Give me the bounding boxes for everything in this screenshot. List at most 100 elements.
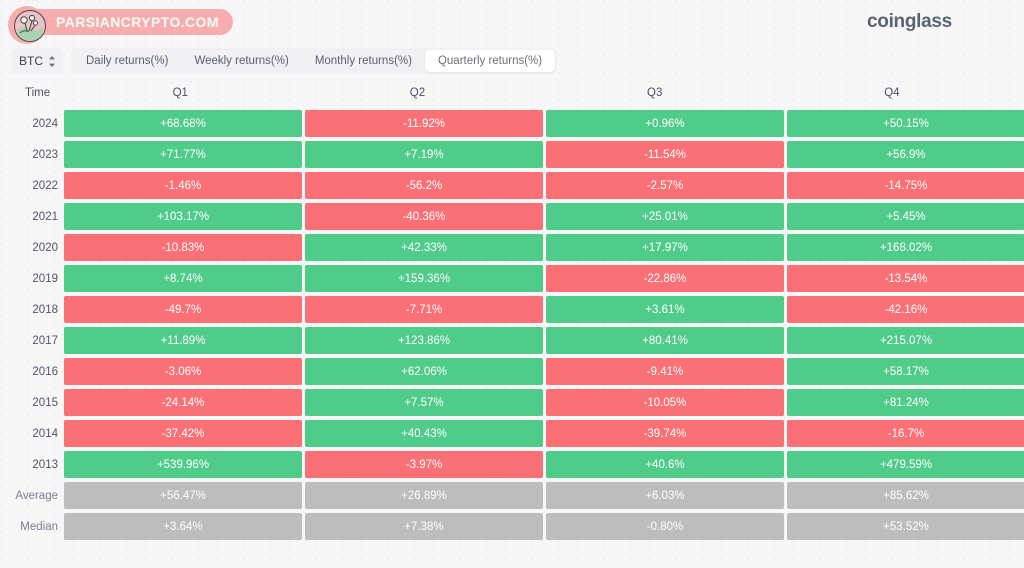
cell-2014-q2[interactable]: +40.43% [305, 420, 543, 447]
cell-2013-q1[interactable]: +539.96% [64, 451, 302, 478]
cell-2018-q4[interactable]: -42.16% [787, 296, 1024, 323]
cell-2020-q3[interactable]: +17.97% [546, 234, 784, 261]
up-down-chevron-icon [48, 55, 56, 68]
cell-2020-q4[interactable]: +168.02% [787, 234, 1024, 261]
cell-2020-q1[interactable]: -10.83% [64, 234, 302, 261]
table-row: 2016 -3.06% +62.06% -9.41% +58.17% [12, 356, 1024, 387]
cell-2014-q3[interactable]: -39.74% [546, 420, 784, 447]
cell-2014-q1[interactable]: -37.42% [64, 420, 302, 447]
coin-selector[interactable]: BTC [12, 48, 63, 74]
row-cells: -24.14% +7.57% -10.05% +81.24% [64, 387, 1024, 418]
controls-row: BTC Daily returns(%) Weekly returns(%) M… [12, 48, 558, 74]
row-cells: +71.77% +7.19% -11.54% +56.9% [64, 139, 1024, 170]
cell-2020-q2[interactable]: +42.33% [305, 234, 543, 261]
cell-2013-q2[interactable]: -3.97% [305, 451, 543, 478]
cell-2015-q2[interactable]: +7.57% [305, 389, 543, 416]
table-row: 2021 +103.17% -40.36% +25.01% +5.45% [12, 201, 1024, 232]
cell-average-q4[interactable]: +85.62% [787, 482, 1024, 509]
cell-2017-q2[interactable]: +123.86% [305, 327, 543, 354]
table-row: Median +3.64% +7.38% -0.80% +53.52% [12, 511, 1024, 542]
coinglass-quarterly-returns-page: PARSIANCRYPTO.COM coinglass BTC Daily re… [0, 0, 1024, 568]
cell-2021-q1[interactable]: +103.17% [64, 203, 302, 230]
cell-2017-q3[interactable]: +80.41% [546, 327, 784, 354]
tab-quarterly-returns[interactable]: Quarterly returns(%) [424, 50, 556, 72]
cell-2019-q4[interactable]: -13.54% [787, 265, 1024, 292]
row-cells: +8.74% +159.36% -22.86% -13.54% [64, 263, 1024, 294]
cell-2023-q4[interactable]: +56.9% [787, 141, 1024, 168]
cell-2022-q2[interactable]: -56.2% [305, 172, 543, 199]
cell-2024-q3[interactable]: +0.96% [546, 110, 784, 137]
row-label-2021: 2021 [32, 210, 58, 223]
table-row: 2024 +68.68% -11.92% +0.96% +50.15% [12, 108, 1024, 139]
row-label-2014: 2014 [32, 427, 58, 440]
row-cells: +3.64% +7.38% -0.80% +53.52% [64, 511, 1024, 542]
table-row: 2022 -1.46% -56.2% -2.57% -14.75% [12, 170, 1024, 201]
row-label-2023: 2023 [32, 148, 58, 161]
watermark-logo-backdrop [8, 6, 46, 44]
row-label-2024: 2024 [32, 117, 58, 130]
row-cells: +539.96% -3.97% +40.6% +479.59% [64, 449, 1024, 480]
cell-2015-q3[interactable]: -10.05% [546, 389, 784, 416]
cell-2024-q1[interactable]: +68.68% [64, 110, 302, 137]
cell-2023-q1[interactable]: +71.77% [64, 141, 302, 168]
cell-median-q1[interactable]: +3.64% [64, 513, 302, 540]
cell-average-q2[interactable]: +26.89% [305, 482, 543, 509]
cell-2019-q2[interactable]: +159.36% [305, 265, 543, 292]
cell-2023-q2[interactable]: +7.19% [305, 141, 543, 168]
cell-2019-q3[interactable]: -22.86% [546, 265, 784, 292]
tab-monthly-returns[interactable]: Monthly returns(%) [302, 50, 425, 72]
cell-2013-q3[interactable]: +40.6% [546, 451, 784, 478]
tab-daily-returns[interactable]: Daily returns(%) [73, 50, 181, 72]
cell-2023-q3[interactable]: -11.54% [546, 141, 784, 168]
table-row: 2014 -37.42% +40.43% -39.74% -16.7% [12, 418, 1024, 449]
cell-2022-q3[interactable]: -2.57% [546, 172, 784, 199]
cell-2017-q4[interactable]: +215.07% [787, 327, 1024, 354]
cell-2022-q4[interactable]: -14.75% [787, 172, 1024, 199]
cell-median-q3[interactable]: -0.80% [546, 513, 784, 540]
cell-2021-q4[interactable]: +5.45% [787, 203, 1024, 230]
cell-2016-q4[interactable]: +58.17% [787, 358, 1024, 385]
table-row: 2017 +11.89% +123.86% +80.41% +215.07% [12, 325, 1024, 356]
row-cells: +68.68% -11.92% +0.96% +50.15% [64, 108, 1024, 139]
top-bar: PARSIANCRYPTO.COM coinglass [0, 0, 1024, 44]
cell-2018-q3[interactable]: +3.61% [546, 296, 784, 323]
row-cells: +56.47% +26.89% +6.03% +85.62% [64, 480, 1024, 511]
cell-2016-q3[interactable]: -9.41% [546, 358, 784, 385]
cell-2022-q1[interactable]: -1.46% [64, 172, 302, 199]
row-label-median: Median [20, 520, 58, 533]
cell-2016-q2[interactable]: +62.06% [305, 358, 543, 385]
cell-2015-q1[interactable]: -24.14% [64, 389, 302, 416]
cell-2016-q1[interactable]: -3.06% [64, 358, 302, 385]
cell-2014-q4[interactable]: -16.7% [787, 420, 1024, 447]
cell-average-q3[interactable]: +6.03% [546, 482, 784, 509]
row-cells: -49.7% -7.71% +3.61% -42.16% [64, 294, 1024, 325]
row-label-2015: 2015 [32, 396, 58, 409]
row-cells: -3.06% +62.06% -9.41% +58.17% [64, 356, 1024, 387]
column-header-q1: Q1 [172, 87, 188, 99]
cell-2019-q1[interactable]: +8.74% [64, 265, 302, 292]
row-label-2016: 2016 [32, 365, 58, 378]
cell-2024-q4[interactable]: +50.15% [787, 110, 1024, 137]
row-label-2019: 2019 [32, 272, 58, 285]
table-body: 2024 +68.68% -11.92% +0.96% +50.15% 2023 +71.7… [12, 108, 1024, 542]
cell-2024-q2[interactable]: -11.92% [305, 110, 543, 137]
column-header-q2: Q2 [409, 87, 426, 99]
cell-median-q4[interactable]: +53.52% [787, 513, 1024, 540]
cell-2018-q1[interactable]: -49.7% [64, 296, 302, 323]
cell-2017-q1[interactable]: +11.89% [64, 327, 302, 354]
table-row: 2019 +8.74% +159.36% -22.86% -13.54% [12, 263, 1024, 294]
cell-2015-q4[interactable]: +81.24% [787, 389, 1024, 416]
table-row: 2023 +71.77% +7.19% -11.54% +56.9% [12, 139, 1024, 170]
cell-2013-q4[interactable]: +479.59% [787, 451, 1024, 478]
cell-median-q2[interactable]: +7.38% [305, 513, 543, 540]
cell-2018-q2[interactable]: -7.71% [305, 296, 543, 323]
row-cells: -1.46% -56.2% -2.57% -14.75% [64, 170, 1024, 201]
tab-weekly-returns[interactable]: Weekly returns(%) [181, 50, 301, 72]
row-label-2017: 2017 [32, 334, 58, 347]
cell-2021-q3[interactable]: +25.01% [546, 203, 784, 230]
row-label-2013: 2013 [32, 458, 58, 471]
row-cells: -10.83% +42.33% +17.97% +168.02% [64, 232, 1024, 263]
row-label-2022: 2022 [32, 179, 58, 192]
cell-2021-q2[interactable]: -40.36% [305, 203, 543, 230]
cell-average-q1[interactable]: +56.47% [64, 482, 302, 509]
